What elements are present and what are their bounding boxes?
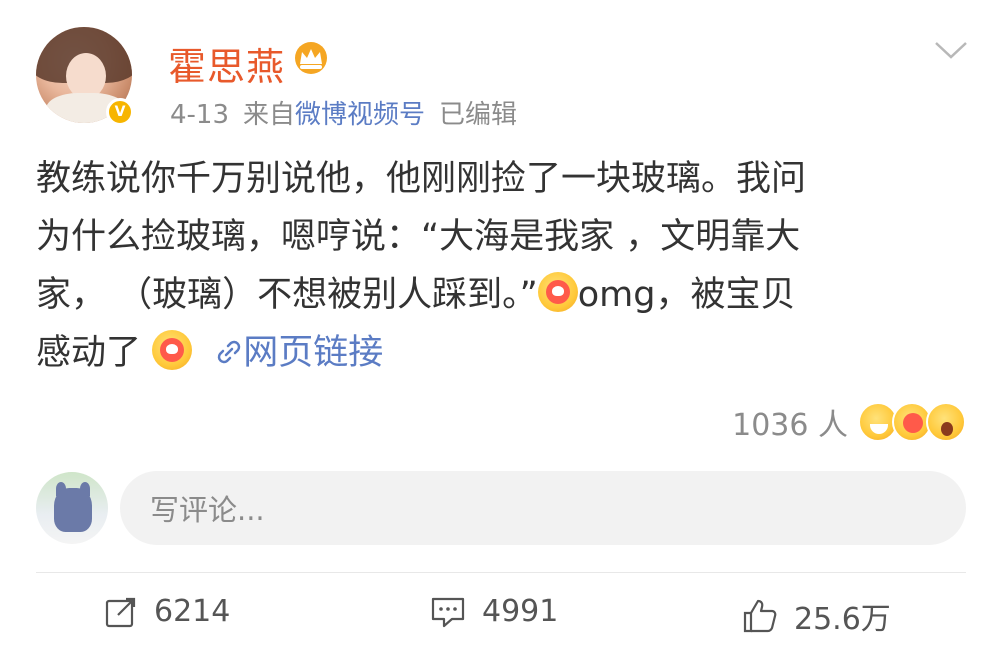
heart-face-emoji	[537, 272, 578, 312]
commenter-avatar	[36, 472, 108, 544]
chevron-down-icon[interactable]	[934, 40, 968, 60]
content-line-2: 为什么捡玻璃，嗯哼说：“大海是我家 ，文明靠大	[36, 217, 801, 257]
cat-figure	[54, 488, 92, 532]
thumbs-up-icon	[743, 599, 777, 633]
reactions-bar[interactable]: 1036 人	[732, 400, 966, 444]
heart-face-emoji	[152, 330, 193, 370]
comment-input[interactable]: 写评论...	[120, 471, 966, 545]
repost-count: 6214	[154, 594, 231, 629]
surprised-emoji	[926, 402, 966, 442]
post-content: 教练说你千万别说他，他刚刚捡了一块玻璃。我问 为什么捡玻璃，嗯哼说：“大海是我家…	[36, 150, 966, 382]
content-line-4: 感动了 网页链接	[36, 324, 966, 382]
content-line-3-text: 家， （玻璃）不想被别人踩到。”	[36, 275, 538, 315]
comment-count: 4991	[482, 594, 559, 629]
divider	[36, 572, 966, 573]
verified-v-icon: V	[106, 98, 134, 126]
content-line-1: 教练说你千万别说他，他刚刚捡了一块玻璃。我问	[36, 159, 807, 199]
comment-icon	[431, 597, 465, 627]
crown-icon	[295, 42, 327, 74]
post-meta: 4-13 来自微博视频号 已编辑	[170, 94, 517, 131]
comment-button[interactable]: 4991	[430, 594, 558, 629]
post-source[interactable]: 微博视频号	[295, 100, 425, 130]
like-button[interactable]: 25.6万	[742, 594, 891, 638]
comment-placeholder: 写评论...	[150, 493, 265, 527]
repost-icon	[105, 597, 136, 627]
like-count: 25.6万	[794, 602, 891, 637]
weibo-post: V 霍思燕 4-13 来自微博视频号 已编辑 教练说你千万别说他，他刚刚捡了一块玻璃…	[0, 0, 1000, 645]
web-link[interactable]: 网页链接	[243, 333, 383, 373]
content-line-4-text: 感动了	[36, 333, 142, 373]
link-icon[interactable]	[215, 338, 243, 366]
post-date: 4-13	[170, 100, 230, 130]
repost-button[interactable]: 6214	[104, 594, 230, 629]
reaction-count: 1036 人	[732, 408, 848, 443]
content-line-3-tail: omg，被宝贝	[577, 275, 796, 315]
content-line-3: 家， （玻璃）不想被别人踩到。” omg，被宝贝	[36, 266, 966, 324]
username[interactable]: 霍思燕	[168, 36, 285, 91]
edited-label: 已编辑	[439, 100, 518, 130]
from-label: 来自	[243, 100, 296, 130]
